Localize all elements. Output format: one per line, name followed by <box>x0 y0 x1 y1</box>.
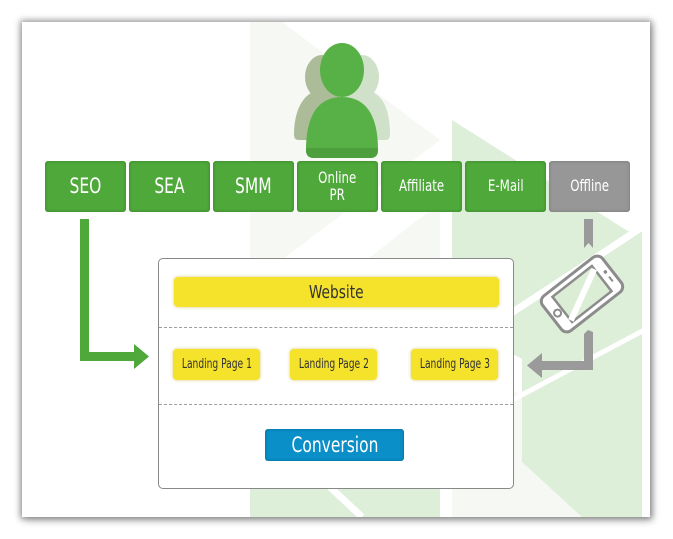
channel-seo[interactable]: SEO <box>45 161 126 212</box>
channel-email[interactable]: E-Mail <box>465 161 546 212</box>
landing-page-3[interactable]: Landing Page 3 <box>411 349 498 380</box>
users-group-icon <box>294 43 390 158</box>
bg-triangle <box>582 22 650 112</box>
section-divider <box>159 404 513 405</box>
channel-affiliate[interactable]: Affiliate <box>381 161 462 212</box>
channel-label: E-Mail <box>487 176 524 196</box>
channel-offline[interactable]: Offline <box>549 161 630 212</box>
conversion-button[interactable]: Conversion <box>265 429 404 461</box>
landing-page-1[interactable]: Landing Page 1 <box>173 349 260 380</box>
channel-sea[interactable]: SEA <box>129 161 210 212</box>
channel-online-pr[interactable]: Online PR <box>297 161 378 212</box>
section-divider <box>159 327 513 328</box>
landing-page-label: Landing Page 3 <box>419 357 490 372</box>
conversion-label: Conversion <box>291 433 378 457</box>
channel-label: Affiliate <box>398 176 445 196</box>
channel-label: SEO <box>69 174 102 199</box>
channel-smm[interactable]: SMM <box>213 161 294 212</box>
website-label: Website <box>309 281 364 303</box>
diagram-frame: SEO SEA SMM Online PR Affiliate E-Mail O… <box>22 22 650 517</box>
website-button[interactable]: Website <box>174 277 499 307</box>
channel-label: SEA <box>154 174 185 199</box>
website-box: Website Landing Page 1 Landing Page 2 La… <box>158 258 514 489</box>
channel-label: SMM <box>235 174 272 199</box>
channel-row: SEO SEA SMM Online PR Affiliate E-Mail O… <box>45 161 630 212</box>
channel-label: Online PR <box>318 167 357 204</box>
landing-page-label: Landing Page 2 <box>298 357 369 372</box>
landing-page-label: Landing Page 1 <box>181 357 252 372</box>
landing-page-2[interactable]: Landing Page 2 <box>290 349 377 380</box>
channel-label: Offline <box>570 176 609 196</box>
